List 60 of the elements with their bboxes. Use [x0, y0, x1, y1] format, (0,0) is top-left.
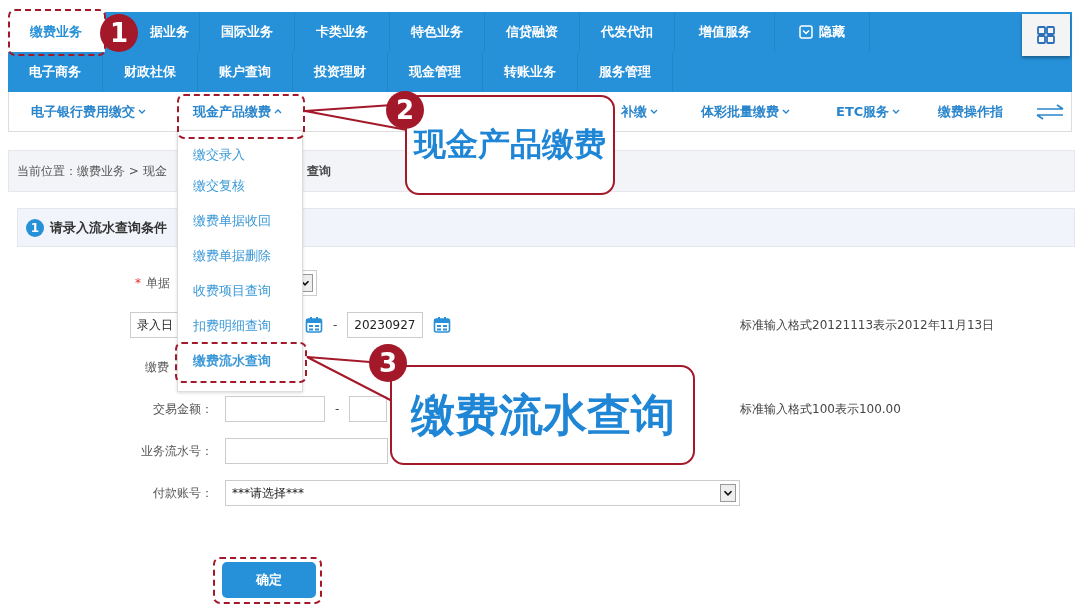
nav-tab[interactable]: 国际业务 — [200, 12, 295, 52]
grid-icon — [1037, 26, 1055, 44]
field-label: 付款账号： — [153, 484, 214, 502]
step-number-badge: 2 — [386, 91, 424, 129]
menu-item[interactable]: 缴费流水查询 — [178, 343, 302, 378]
range-dash: - — [335, 402, 340, 416]
nav-tab[interactable]: 账户查询 — [198, 52, 293, 92]
nav-tab[interactable]: 缴费业务 — [8, 12, 105, 52]
calendar-icon[interactable] — [305, 316, 323, 334]
menu-item[interactable]: 缴费单据收回 — [178, 203, 302, 238]
subnav-item[interactable]: 电子银行费用缴交 — [31, 102, 146, 121]
field-label: 业务流水号： — [141, 442, 214, 460]
field-label: 缴费 — [145, 358, 169, 376]
nav-tab[interactable]: 服务管理 — [578, 52, 673, 92]
nav-tab[interactable]: 代发代扣 — [580, 12, 675, 52]
confirm-button[interactable]: 确定 — [222, 562, 316, 598]
subnav-item[interactable]: 体彩批量缴费 — [701, 102, 790, 121]
menu-item[interactable]: 扣费明细查询 — [178, 308, 302, 343]
nav-tab[interactable]: 财政社保 — [103, 52, 198, 92]
nav-tab[interactable]: 电子商务 — [8, 52, 103, 92]
format-hint: 标准输入格式20121113表示2012年11月13日 — [740, 316, 996, 334]
nav-tab[interactable]: 特色业务 — [390, 12, 485, 52]
menu-item[interactable]: 收费项目查询 — [178, 273, 302, 308]
dropdown-caret-icon[interactable] — [720, 484, 736, 502]
range-dash: - — [333, 318, 338, 332]
nav-tab[interactable]: 卡类业务 — [295, 12, 390, 52]
chevron-down-icon — [782, 109, 790, 114]
date-input[interactable]: 20230927 — [347, 312, 424, 338]
chevron-down-icon — [138, 109, 146, 114]
nav-tab[interactable]: 信贷融资 — [485, 12, 580, 52]
chevron-down-icon — [892, 109, 901, 114]
amount-input[interactable] — [349, 396, 388, 422]
menu-item[interactable]: 缴交复核 — [178, 168, 302, 203]
swap-arrows-icon[interactable] — [1035, 104, 1065, 120]
format-hint: 标准输入格式100表示100.00 — [740, 400, 902, 418]
subnav-item[interactable]: ETC服务 — [836, 102, 901, 121]
subnav-item[interactable]: 现金产品缴费 — [193, 102, 282, 121]
chevron-down-icon — [650, 109, 658, 114]
nav-tab[interactable]: 转账业务 — [483, 52, 578, 92]
nav-tab[interactable]: 增值服务 — [675, 12, 775, 52]
menu-item[interactable]: 缴费单据删除 — [178, 238, 302, 273]
section-title: 请录入流水查询条件 — [50, 218, 167, 237]
text-input[interactable] — [225, 438, 388, 464]
chevron-up-icon — [274, 109, 282, 114]
nav-tab[interactable]: 投资理财 — [293, 52, 388, 92]
grid-menu-button[interactable] — [1022, 14, 1070, 56]
menu-item[interactable]: 缴交录入 — [178, 141, 302, 168]
amount-input[interactable] — [225, 396, 325, 422]
breadcrumb-text: 当前位置：缴费业务 > 现金 — [17, 162, 167, 180]
breadcrumb-current: 查询 — [306, 162, 331, 180]
subnav-item[interactable]: 补缴 — [621, 102, 658, 121]
select-field[interactable]: ***请选择*** — [225, 480, 740, 506]
calendar-icon[interactable] — [433, 316, 452, 334]
nav-tab[interactable]: 据业务 — [140, 12, 200, 52]
collapse-icon — [799, 25, 813, 39]
subnav-item[interactable]: 缴费操作指 — [938, 102, 1003, 121]
field-label: 交易金额： — [153, 400, 214, 418]
field-label: * 单据 — [135, 274, 170, 292]
step-badge: 1 — [26, 218, 44, 237]
hide-toggle[interactable]: 隐藏 — [775, 12, 870, 52]
